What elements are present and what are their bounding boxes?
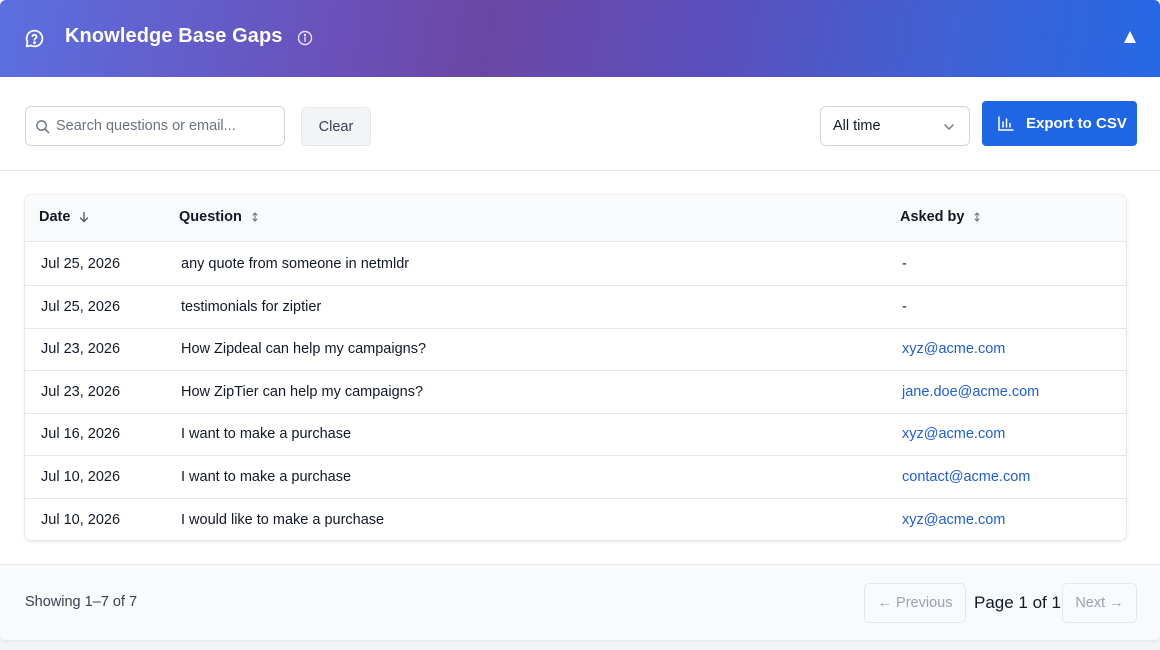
collapse-triangle-icon[interactable] [1122,29,1138,45]
column-header-label: Asked by [900,209,965,225]
email-link[interactable]: xyz@acme.com [902,426,1005,442]
export-csv-button[interactable]: Export to CSV [982,101,1137,146]
column-header-label: Question [179,209,242,225]
table-row[interactable]: Jul 10, 2026 I would like to make a purc… [25,499,1126,540]
table-row[interactable]: Jul 25, 2026 any quote from someone in n… [25,243,1126,286]
next-page-button[interactable]: Next → [1062,583,1137,623]
panel-header: Knowledge Base Gaps [0,0,1160,77]
table-header: Date Question Asked by [25,195,1126,242]
chevron-down-icon [944,124,954,130]
cell-date: Jul 23, 2026 [41,384,121,400]
email-link[interactable]: xyz@acme.com [902,341,1005,357]
table-row[interactable]: Jul 10, 2026 I want to make a purchase c… [25,456,1126,499]
table-row[interactable]: Jul 23, 2026 How Zipdeal can help my cam… [25,328,1126,371]
info-icon[interactable] [297,30,313,46]
column-header-asked-by[interactable]: Asked by [900,209,982,225]
cell-question: I would like to make a purchase [181,512,385,528]
table-row[interactable]: Jul 16, 2026 I want to make a purchase x… [25,413,1126,456]
cell-question: any quote from someone in netmldr [181,256,410,272]
search-box[interactable] [25,106,285,146]
column-header-label: Date [39,209,71,225]
arrow-down-icon [80,211,89,223]
knowledge-base-gaps-panel: Knowledge Base Gaps Clear All time [0,0,1160,640]
cell-date: Jul 10, 2026 [41,512,121,528]
page-title: Knowledge Base Gaps [65,25,283,47]
page-indicator: Page 1 of 1 [974,593,1061,612]
question-circle-icon [25,29,44,48]
cell-date: Jul 23, 2026 [41,341,121,357]
email-link[interactable]: contact@acme.com [902,469,1030,485]
export-csv-label: Export to CSV [1026,115,1127,132]
date-range-value: All time [833,118,881,134]
cell-question: How ZipTier can help my campaigns? [181,384,424,400]
sort-icon [252,212,258,222]
table-row[interactable]: Jul 25, 2026 testimonials for ziptier - [25,286,1126,329]
sort-icon [974,212,981,222]
toolbar: Clear All time Export to CSV [0,77,1160,171]
cell-question: testimonials for ziptier [181,299,322,315]
table-row[interactable]: Jul 23, 2026 How ZipTier can help my cam… [25,371,1126,414]
date-range-select[interactable]: All time [820,106,970,146]
bar-chart-icon [998,116,1014,131]
cell-date: Jul 25, 2026 [41,256,121,272]
search-input[interactable] [56,107,280,145]
results-count: Showing 1–7 of 7 [25,594,138,610]
clear-button[interactable]: Clear [301,107,371,146]
cell-question: I want to make a purchase [181,469,352,485]
cell-question: How Zipdeal can help my campaigns? [181,341,427,357]
pagination-footer: Showing 1–7 of 7 ← Previous Page 1 of 1 … [0,564,1160,640]
email-link[interactable]: jane.doe@acme.com [902,384,1039,400]
email-link[interactable]: xyz@acme.com [902,512,1005,528]
gaps-table: Date Question Asked by Jul 25, 2026 any … [25,195,1126,540]
search-icon [36,120,50,134]
column-header-date[interactable]: Date [39,209,90,225]
cell-date: Jul 25, 2026 [41,299,121,315]
cell-question: I want to make a purchase [181,426,352,442]
column-header-question[interactable]: Question [179,209,260,225]
cell-date: Jul 10, 2026 [41,469,121,485]
cell-date: Jul 16, 2026 [41,426,121,442]
previous-page-button[interactable]: ← Previous [864,583,966,623]
cell-asked-by: - [902,256,907,272]
cell-asked-by: - [902,299,907,315]
